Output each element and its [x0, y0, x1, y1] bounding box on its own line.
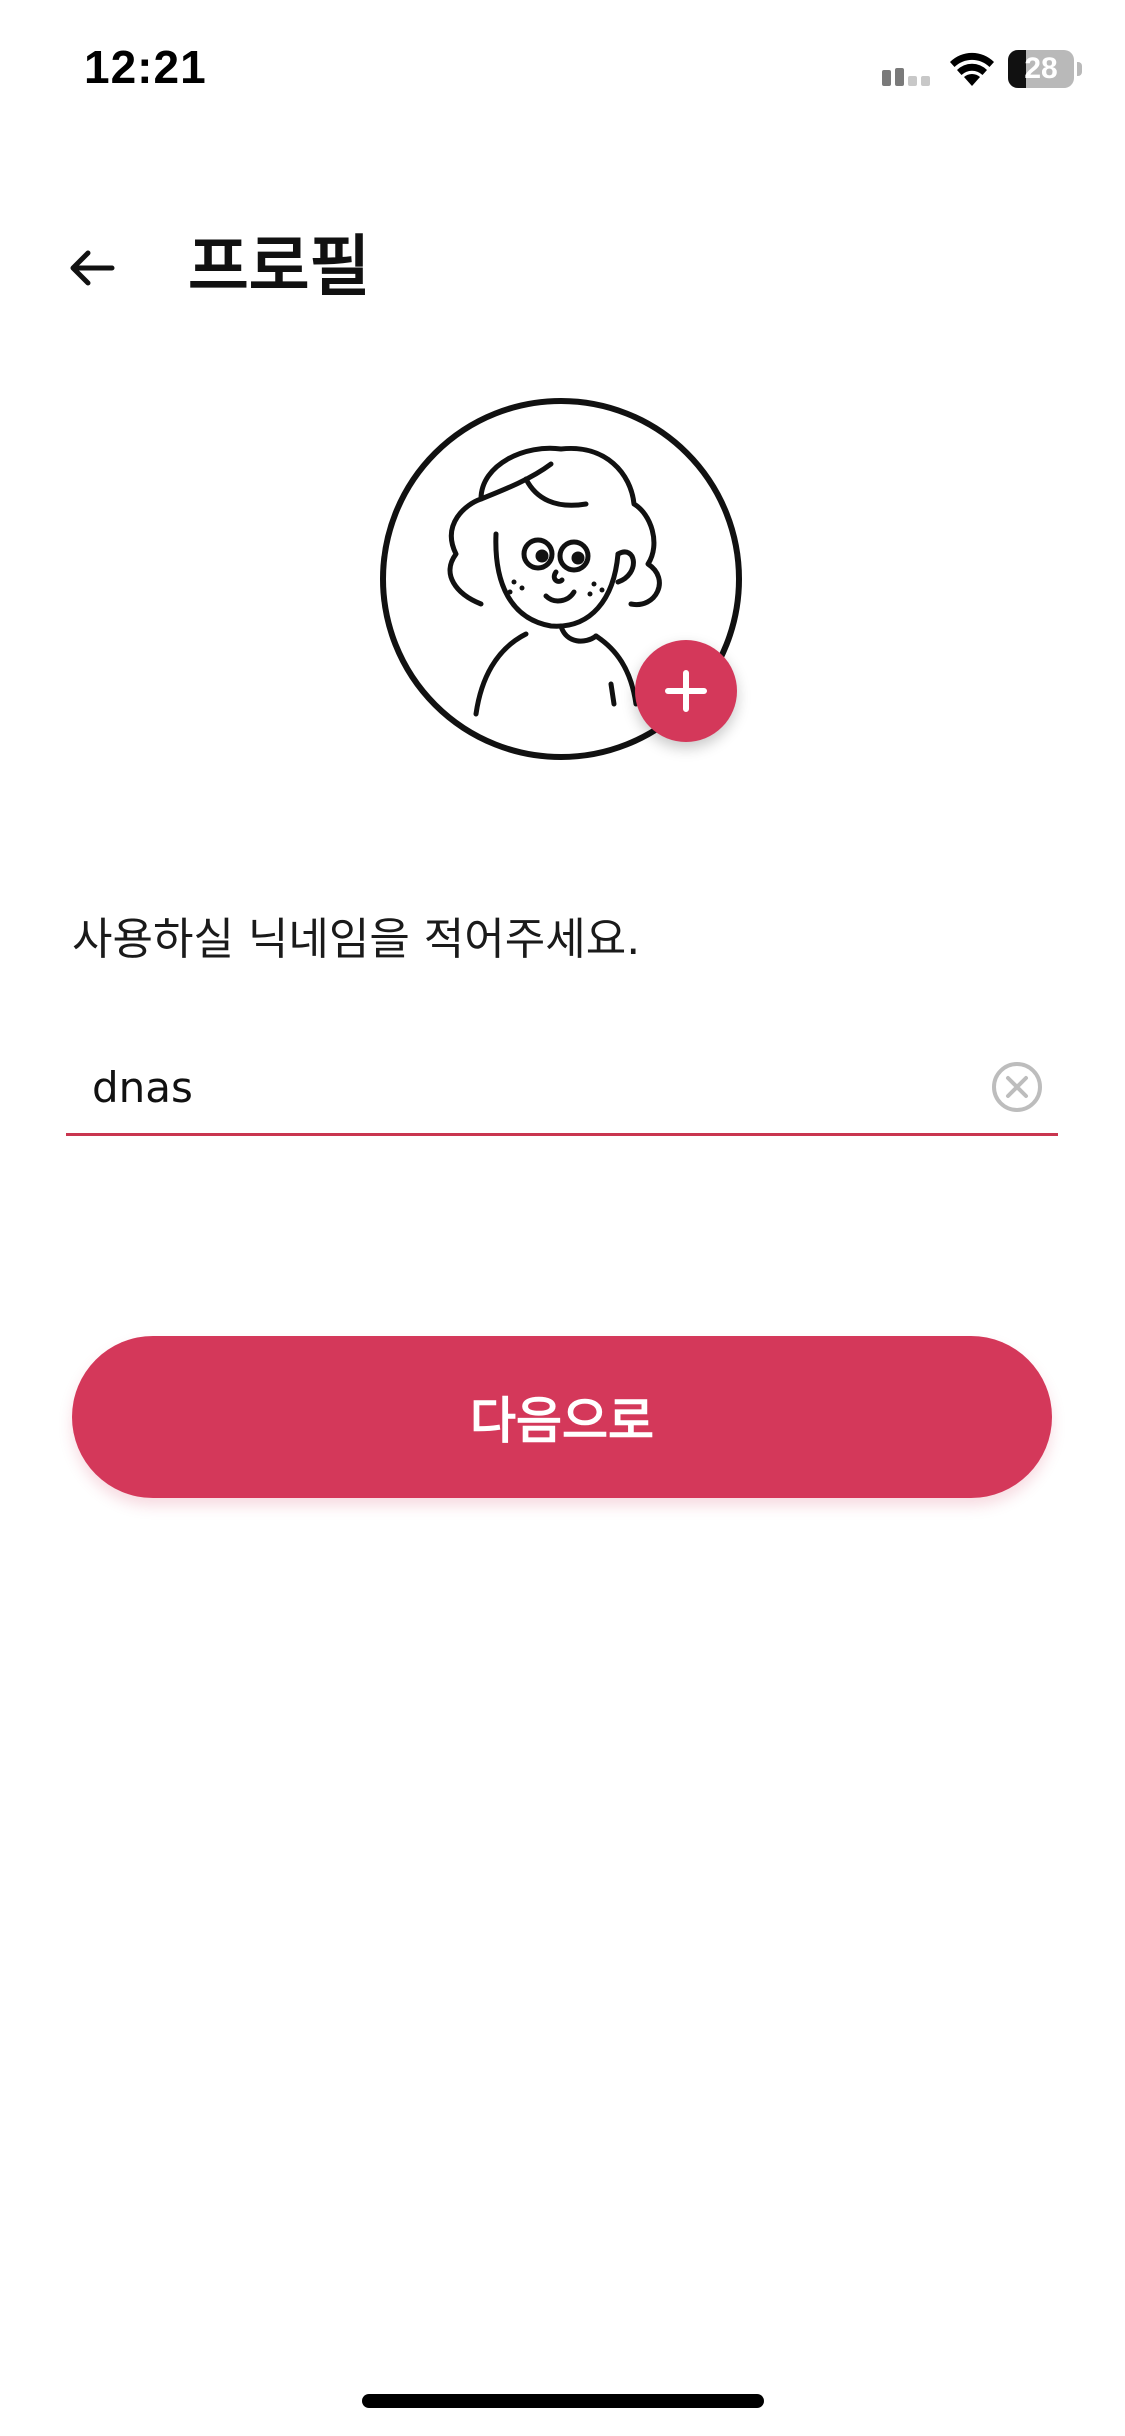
battery-icon: 28 — [1008, 50, 1082, 88]
nickname-field — [66, 1040, 1058, 1136]
home-indicator[interactable] — [362, 2394, 764, 2408]
back-button[interactable] — [56, 232, 128, 304]
next-button-label: 다음으로 — [470, 1393, 654, 1449]
page-title: 프로필 — [188, 228, 371, 305]
status-bar: 12:21 28 — [0, 0, 1125, 130]
nickname-input[interactable] — [92, 1054, 952, 1120]
wifi-icon — [950, 52, 994, 86]
battery-level-text: 28 — [1024, 52, 1058, 85]
status-time: 12:21 — [84, 41, 207, 93]
clear-circle-icon — [992, 1062, 1042, 1112]
arrow-left-icon — [70, 250, 115, 286]
plus-icon — [665, 670, 707, 712]
next-button[interactable]: 다음으로 — [72, 1336, 1052, 1498]
clear-button[interactable] — [990, 1060, 1044, 1114]
nickname-prompt: 사용하실 닉네임을 적어주세요. — [72, 914, 641, 965]
add-photo-button[interactable] — [635, 640, 737, 742]
cellular-signal-icon — [882, 68, 930, 86]
